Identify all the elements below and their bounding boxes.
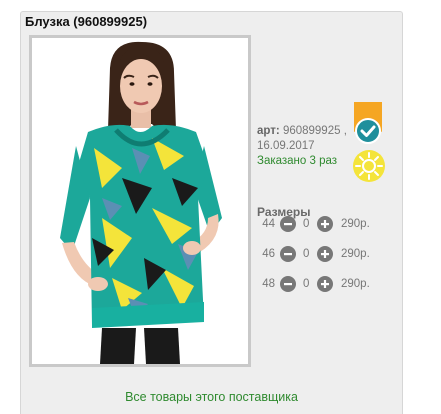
- minus-button[interactable]: [280, 246, 296, 262]
- article-value: 960899925: [282, 125, 341, 137]
- plus-button[interactable]: [317, 216, 333, 232]
- quantity-value: 0: [303, 218, 310, 230]
- article-separator: ,: [343, 125, 347, 137]
- product-image: [32, 38, 248, 364]
- price-value: 290р.: [341, 248, 370, 260]
- product-info: арт: 960899925 , 16.09.2017 Заказано 3 р…: [257, 124, 347, 169]
- product-photo[interactable]: [29, 35, 251, 367]
- quantity-value: 0: [303, 278, 310, 290]
- plus-circle-icon: [321, 280, 329, 288]
- product-title: Блузка (960899925): [25, 14, 148, 29]
- size-value: 48: [262, 278, 275, 290]
- price-value: 290р.: [341, 218, 370, 230]
- product-card: Блузка (960899925) арт: 960899925 , 16.0…: [20, 11, 403, 414]
- minus-circle-icon: [284, 223, 292, 226]
- plus-button[interactable]: [317, 246, 333, 262]
- product-date: 16.09.2017: [257, 140, 315, 152]
- minus-button[interactable]: [280, 276, 296, 292]
- size-value: 44: [262, 218, 275, 230]
- check-circle-icon: [355, 118, 381, 144]
- quantity-value: 0: [303, 248, 310, 260]
- size-value: 46: [262, 248, 275, 260]
- article-line: арт: 960899925 ,: [257, 124, 347, 139]
- minus-circle-icon: [284, 283, 292, 286]
- plus-button[interactable]: [317, 276, 333, 292]
- sun-icon: [353, 150, 385, 182]
- minus-circle-icon: [284, 253, 292, 256]
- article-label: арт:: [257, 125, 280, 137]
- minus-button[interactable]: [280, 216, 296, 232]
- plus-circle-icon: [321, 220, 329, 228]
- ordered-count: Заказано 3 раз: [257, 155, 338, 167]
- plus-circle-icon: [321, 250, 329, 258]
- price-value: 290р.: [341, 278, 370, 290]
- supplier-products-link[interactable]: Все товары этого поставщика: [21, 390, 402, 404]
